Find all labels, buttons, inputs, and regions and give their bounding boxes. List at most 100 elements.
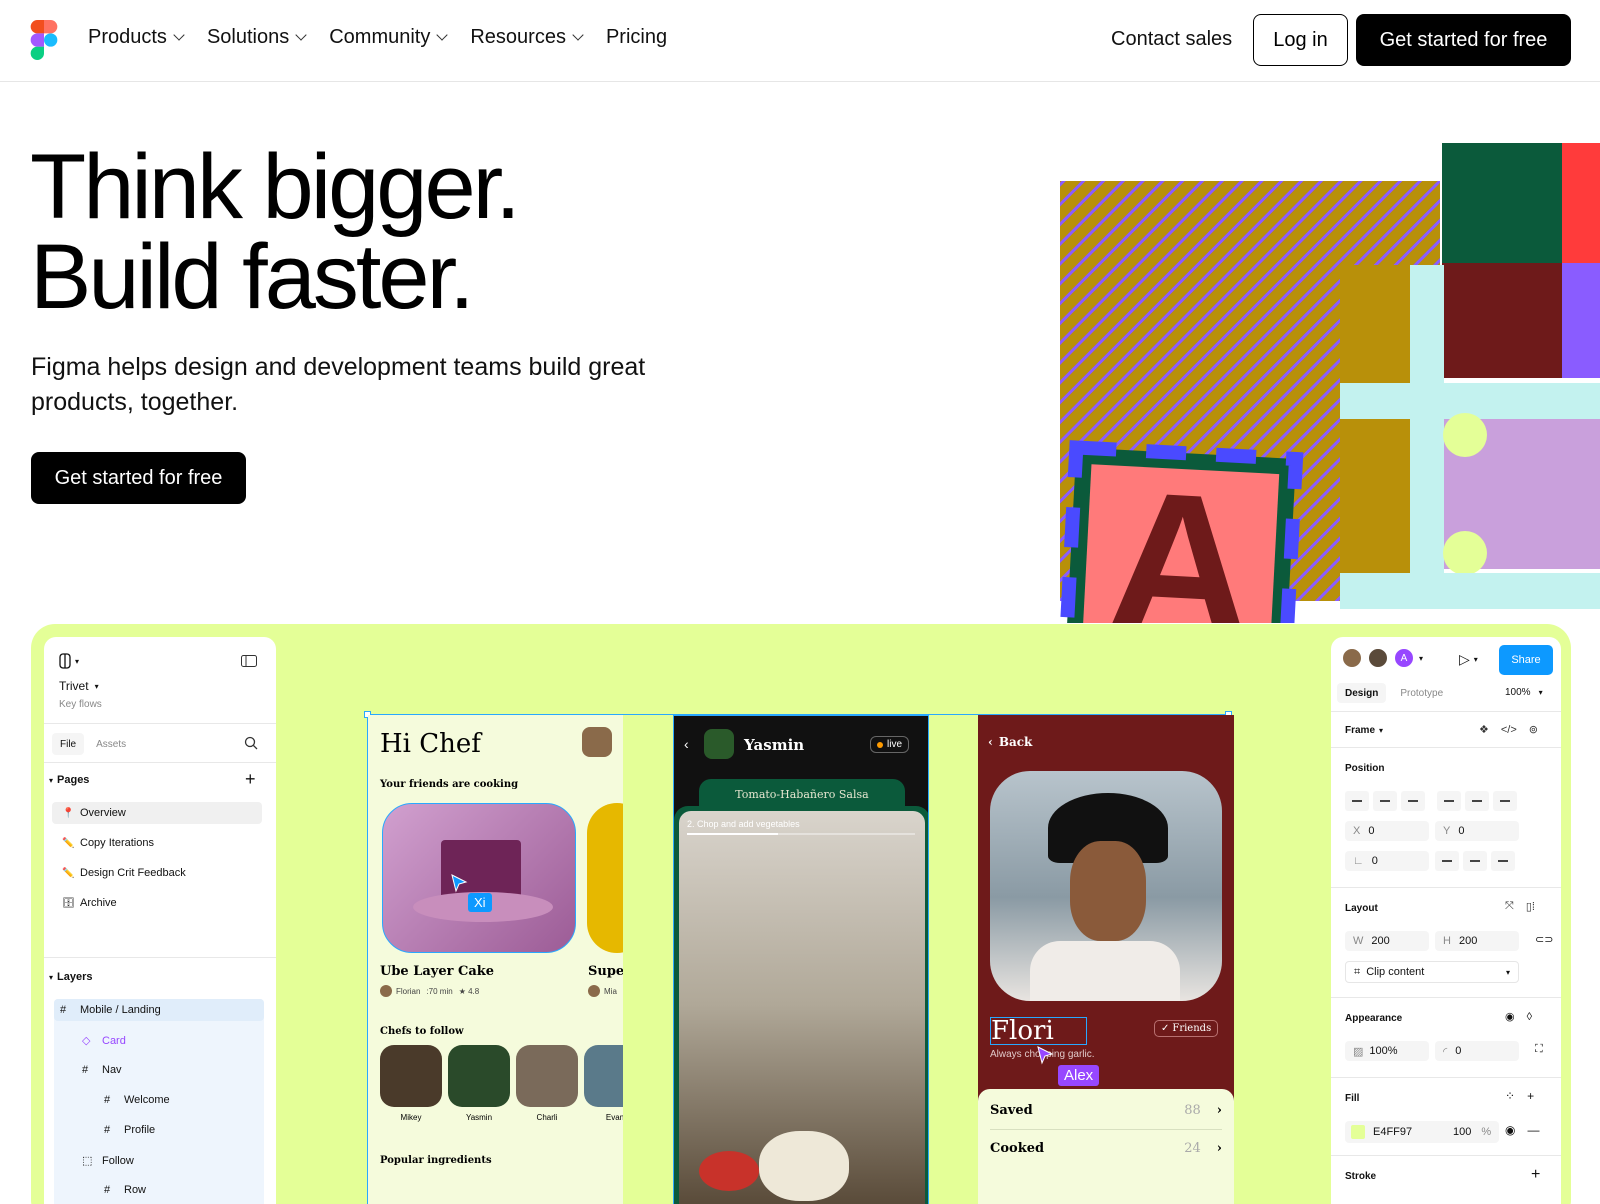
styles-icon[interactable]: ⁘ bbox=[1505, 1089, 1515, 1103]
friends-label: Friends bbox=[1172, 1023, 1212, 1034]
present-button[interactable]: ▷ ▾ bbox=[1459, 651, 1478, 668]
rotate-icon[interactable] bbox=[1491, 851, 1515, 871]
cursor-label-alex: Alex bbox=[1058, 1065, 1100, 1086]
login-button[interactable]: Log in bbox=[1253, 14, 1348, 66]
align-center-h-icon[interactable] bbox=[1373, 791, 1397, 811]
auto-layout-icon[interactable]: ▯⁞ bbox=[1526, 900, 1535, 913]
align-left-icon[interactable] bbox=[1345, 791, 1369, 811]
resize-icon[interactable]: ⤧ bbox=[1505, 900, 1514, 913]
add-stroke-icon[interactable]: + bbox=[1531, 1166, 1540, 1184]
clip-content-select[interactable]: ⌗ Clip content ▾ bbox=[1345, 961, 1519, 983]
y-value: 0 bbox=[1458, 825, 1465, 837]
frame-profile[interactable]: ‹Back Flori ✓Friends Always chopping gar… bbox=[978, 715, 1234, 1204]
layer-card[interactable]: ◇ Card bbox=[82, 1034, 126, 1048]
align-top-icon[interactable] bbox=[1437, 791, 1461, 811]
layer-welcome[interactable]: # Welcome bbox=[104, 1094, 170, 1106]
profile-name[interactable]: Flori bbox=[990, 1017, 1087, 1045]
layer-mobile-landing[interactable]: # Mobile / Landing bbox=[60, 1004, 161, 1016]
stat-row-saved[interactable]: Saved 88 › bbox=[990, 1103, 1222, 1118]
hero-subtitle: Figma helps design and development teams… bbox=[31, 353, 646, 416]
opacity-field[interactable]: ▨ 100% bbox=[1345, 1041, 1429, 1061]
page-label: Overview bbox=[80, 807, 126, 819]
chef-avatar[interactable] bbox=[380, 1045, 442, 1107]
page-item-design-crit[interactable]: ✏️ Design Crit Feedback bbox=[62, 867, 186, 879]
align-buttons bbox=[1345, 791, 1521, 811]
back-button[interactable]: ‹ Back bbox=[988, 735, 1032, 749]
fill-row[interactable]: E4FF97 100 % bbox=[1345, 1121, 1499, 1143]
nav-resources[interactable]: Resources bbox=[470, 26, 584, 49]
rotation-field[interactable]: ∟ 0 bbox=[1345, 851, 1429, 871]
cake-image[interactable] bbox=[382, 803, 576, 953]
nav-solutions[interactable]: Solutions bbox=[207, 26, 307, 49]
nav-products[interactable]: Products bbox=[88, 26, 185, 49]
hero-get-started-button[interactable]: Get started for free bbox=[31, 452, 246, 504]
eye-icon[interactable]: ◉ bbox=[1505, 1010, 1515, 1023]
page-item-copy-iterations[interactable]: ✏️ Copy Iterations bbox=[62, 837, 154, 849]
frame-actions: ❖ </> ⊚ bbox=[1479, 723, 1538, 737]
file-name[interactable]: Trivet ▾ bbox=[59, 679, 99, 693]
code-icon[interactable]: </> bbox=[1501, 724, 1517, 736]
height-field[interactable]: H 200 bbox=[1435, 931, 1519, 951]
align-center-v-icon[interactable] bbox=[1465, 791, 1489, 811]
figma-logo[interactable] bbox=[30, 20, 58, 60]
page-item-archive[interactable]: 🗄 Archive bbox=[62, 897, 117, 909]
collaborator-avatars[interactable]: A ▾ bbox=[1341, 647, 1423, 669]
align-bottom-icon[interactable] bbox=[1493, 791, 1517, 811]
constrain-icon[interactable]: ⊂⊃ bbox=[1535, 933, 1553, 946]
frame-home[interactable]: Hi Chef Your friends are cooking Xi Ube … bbox=[368, 715, 623, 1204]
share-button[interactable]: Share bbox=[1499, 645, 1553, 675]
add-fill-icon[interactable]: + bbox=[1527, 1089, 1534, 1103]
remove-fill-icon[interactable]: — bbox=[1527, 1123, 1539, 1137]
contact-sales-link[interactable]: Contact sales bbox=[1111, 28, 1232, 51]
add-page-icon[interactable]: + bbox=[245, 769, 256, 790]
align-right-icon[interactable] bbox=[1401, 791, 1425, 811]
nav-community[interactable]: Community bbox=[329, 26, 449, 49]
nav-get-started-button[interactable]: Get started for free bbox=[1356, 14, 1571, 66]
search-icon[interactable] bbox=[244, 736, 258, 750]
main-menu[interactable]: ▾ bbox=[59, 653, 79, 669]
zoom-select[interactable]: 100% ▾ bbox=[1505, 687, 1543, 698]
flip-v-icon[interactable] bbox=[1463, 851, 1487, 871]
nav-pricing[interactable]: Pricing bbox=[606, 26, 667, 49]
tab-file[interactable]: File bbox=[52, 733, 85, 755]
tab-prototype[interactable]: Prototype bbox=[1400, 688, 1443, 699]
back-chevron-icon[interactable]: ‹ bbox=[684, 736, 689, 752]
sidebar-toggle-icon[interactable] bbox=[241, 655, 257, 667]
card1-time: :70 min bbox=[426, 986, 453, 996]
layer-label: Welcome bbox=[124, 1094, 170, 1106]
pencil-icon: ✏️ bbox=[62, 867, 75, 879]
layer-follow[interactable]: ⬚ Follow bbox=[82, 1154, 134, 1168]
width-field[interactable]: W 200 bbox=[1345, 931, 1429, 951]
flip-h-icon[interactable] bbox=[1435, 851, 1459, 871]
frame-dropdown[interactable]: Frame ▾ bbox=[1345, 725, 1383, 736]
eye-icon[interactable]: ◉ bbox=[1505, 1123, 1515, 1137]
y-field[interactable]: Y0 bbox=[1435, 821, 1519, 841]
tab-design[interactable]: Design bbox=[1337, 683, 1387, 703]
fill-swatch[interactable] bbox=[1351, 1125, 1365, 1139]
next-card-image[interactable] bbox=[587, 803, 623, 953]
layer-profile[interactable]: # Profile bbox=[104, 1124, 155, 1136]
greeting: Hi Chef bbox=[380, 729, 481, 759]
friends-badge[interactable]: ✓ Friends bbox=[1154, 1020, 1219, 1037]
author-avatar bbox=[380, 985, 392, 997]
cooking-video[interactable]: 2. Chop and add vegetables bbox=[679, 811, 925, 1204]
stat-label: Cooked bbox=[990, 1141, 1045, 1156]
frame-live-cooking[interactable]: ‹ Yasmin live Tomato-Habañero Salsa 2. C… bbox=[673, 715, 929, 1204]
drop-icon[interactable]: ◊ bbox=[1527, 1011, 1532, 1023]
radius-field[interactable]: ◜ 0 bbox=[1435, 1041, 1519, 1061]
corners-icon[interactable]: ⛶ bbox=[1535, 1043, 1543, 1056]
pages-header[interactable]: ▾ Pages bbox=[49, 774, 89, 786]
chef-avatar[interactable] bbox=[584, 1045, 623, 1107]
layer-nav[interactable]: # Nav bbox=[82, 1064, 122, 1076]
layer-row[interactable]: # Row bbox=[104, 1184, 146, 1196]
chevron-down-icon: ▾ bbox=[49, 775, 54, 785]
tab-assets[interactable]: Assets bbox=[96, 739, 126, 750]
avatar[interactable] bbox=[582, 727, 612, 757]
chef-avatar[interactable] bbox=[448, 1045, 510, 1107]
stat-row-cooked[interactable]: Cooked 24 › bbox=[990, 1141, 1222, 1156]
layers-header[interactable]: ▾ Layers bbox=[49, 971, 93, 983]
chef-avatar[interactable] bbox=[516, 1045, 578, 1107]
x-field[interactable]: X0 bbox=[1345, 821, 1429, 841]
component-icon[interactable]: ❖ bbox=[1479, 723, 1489, 736]
mask-icon[interactable]: ⊚ bbox=[1529, 723, 1538, 736]
